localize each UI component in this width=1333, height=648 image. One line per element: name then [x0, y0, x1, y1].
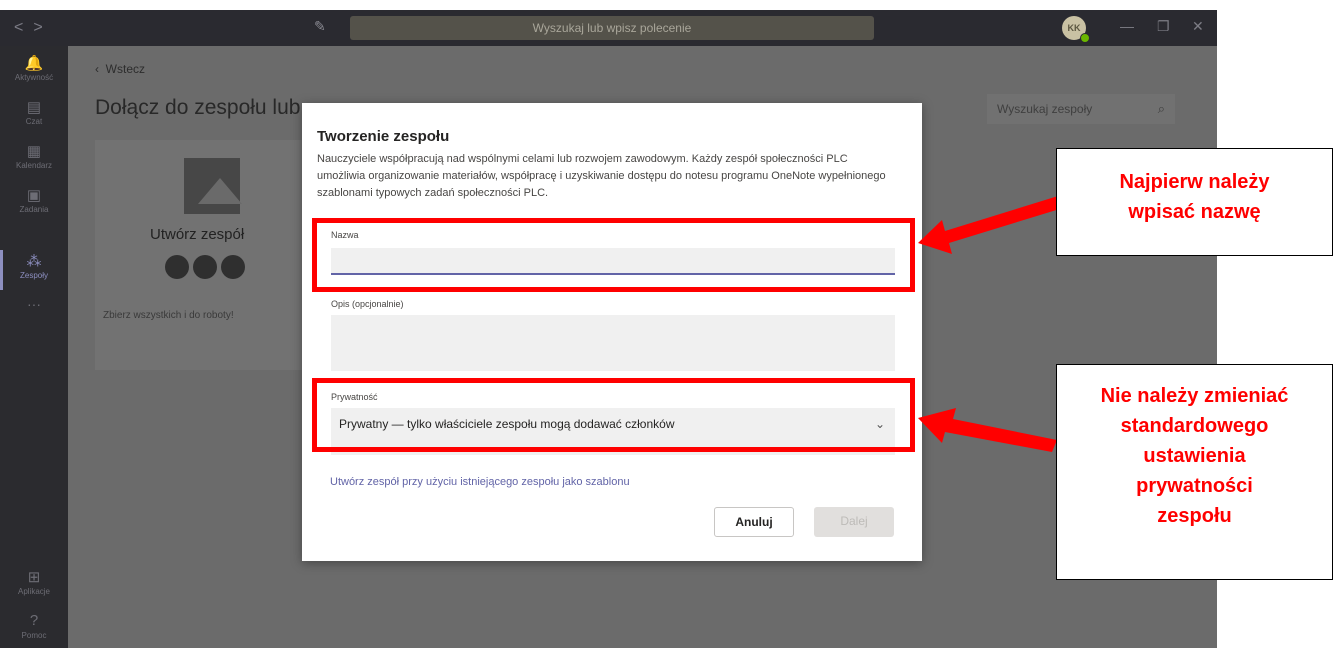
- callout-line: standardowego: [1120, 415, 1269, 437]
- arrow-to-privacy-field: [918, 408, 1057, 452]
- callout-line: prywatności: [1136, 475, 1253, 497]
- callout-privacy-default: Nie należy zmieniać standardowego ustawi…: [1056, 364, 1333, 580]
- callout-enter-name: Najpierw należy wpisać nazwę: [1056, 148, 1333, 256]
- callout-line: ustawienia: [1143, 445, 1246, 467]
- arrow-to-name-field: [918, 196, 1063, 254]
- callout-line: Najpierw należy: [1119, 171, 1270, 193]
- callout-line: wpisać nazwę: [1128, 201, 1261, 223]
- callout-line: Nie należy zmieniać: [1100, 385, 1289, 407]
- callout-line: zespołu: [1157, 505, 1232, 527]
